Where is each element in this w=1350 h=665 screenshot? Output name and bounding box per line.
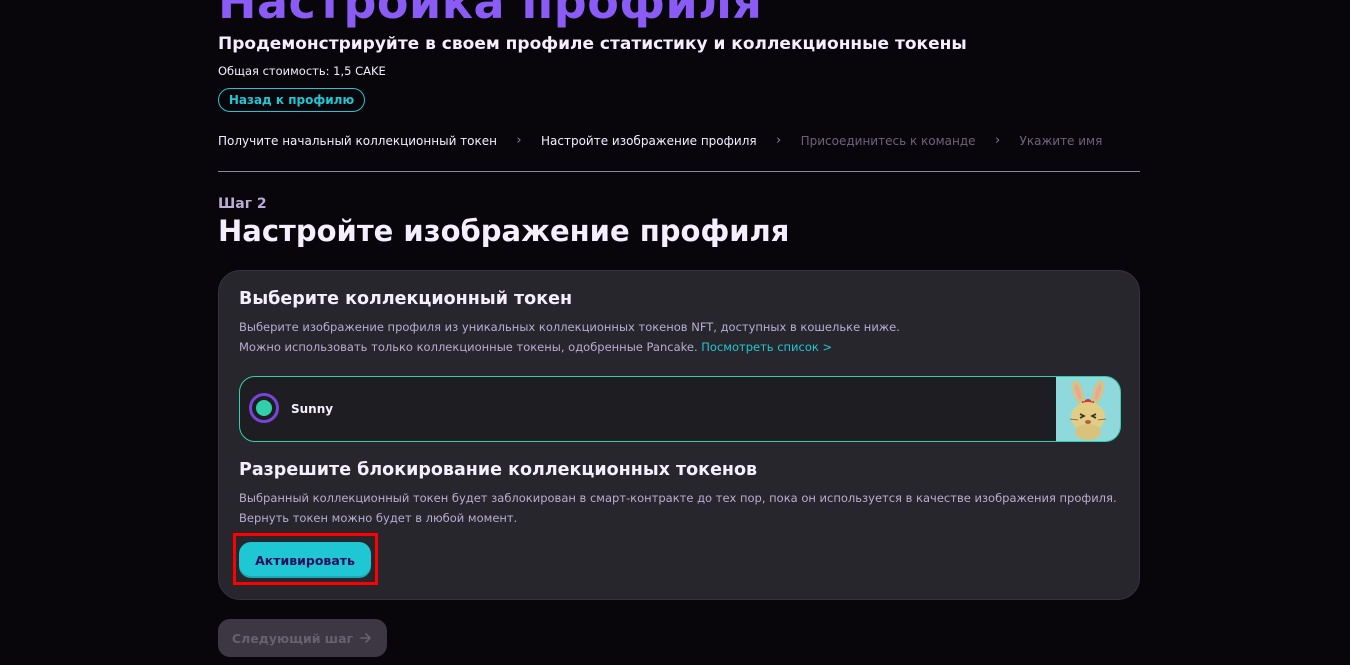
next-step-label: Следующий шаг	[231, 630, 354, 646]
allow-lock-heading: Разрешите блокирование коллекционных ток…	[239, 460, 758, 480]
section-divider	[218, 171, 1140, 172]
approved-tokens-text: Можно использовать только коллекционные …	[239, 340, 698, 354]
chevron-right-icon: ›	[775, 133, 782, 148]
nft-name: Sunny	[291, 402, 334, 416]
breadcrumb-step-2[interactable]: Настройте изображение профиля	[541, 134, 757, 148]
breadcrumb: Получите начальный коллекционный токен ›…	[218, 133, 1102, 148]
nft-radio-button[interactable]	[249, 393, 279, 423]
choose-token-heading: Выберите коллекционный токен	[239, 289, 573, 309]
back-to-profile-button[interactable]: Назад к профилю	[218, 88, 365, 112]
view-list-link[interactable]: Посмотреть список >	[701, 340, 832, 354]
chevron-right-icon: ›	[994, 133, 1001, 148]
allow-lock-return-note: Вернуть токен можно будет в любой момент…	[239, 511, 518, 525]
bunny-illustration	[1056, 377, 1120, 441]
arrow-right-icon	[360, 633, 371, 643]
step-label: Шаг 2	[218, 196, 267, 212]
approved-tokens-note: Можно использовать только коллекционные …	[239, 340, 832, 354]
profile-setup-page: Настройка профиля Продемонстрируйте в св…	[0, 0, 1350, 665]
page-subtitle: Продемонстрируйте в своем профиле статис…	[218, 34, 967, 54]
breadcrumb-step-3: Присоединитесь к команде	[800, 133, 976, 148]
next-step-button: Следующий шаг	[218, 619, 387, 657]
breadcrumb-step-4: Укажите имя	[1019, 133, 1103, 148]
breadcrumb-step-1[interactable]: Получите начальный коллекционный токен	[218, 134, 497, 148]
page-title: Настройка профиля	[218, 0, 763, 29]
radio-selected-dot	[256, 400, 272, 416]
nft-option-sunny[interactable]: Sunny	[239, 376, 1121, 442]
total-cost-text: Общая стоимость: 1,5 CAKE	[218, 64, 386, 78]
choose-token-description: Выберите изображение профиля из уникальн…	[239, 320, 900, 334]
profile-picture-card: Выберите коллекционный токен Выберите из…	[218, 270, 1140, 600]
chevron-right-icon: ›	[516, 133, 522, 148]
activate-button[interactable]: Активировать	[239, 542, 371, 578]
allow-lock-description: Выбранный коллекционный токен будет забл…	[239, 491, 1117, 505]
step-title: Настройте изображение профиля	[218, 214, 790, 248]
bunny-nft-image	[1056, 377, 1120, 441]
